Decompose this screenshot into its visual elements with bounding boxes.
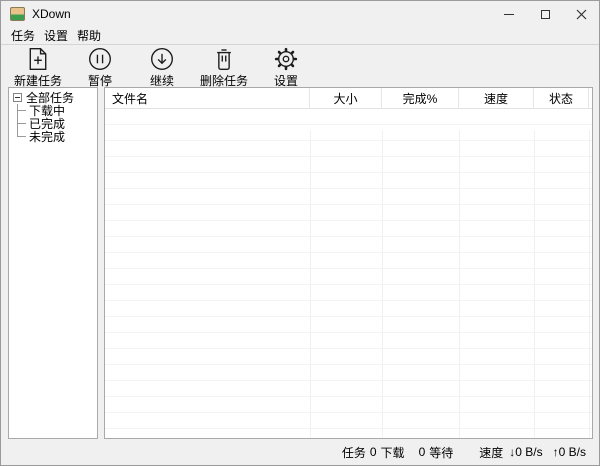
statusbar: 任务 0 下载 0 等待 速度 ↓0 B/s ↑0 B/s <box>1 439 599 465</box>
main-content: 全部任务 下载中 已完成 未完成 文件名 大小 完成% 速度 状态 <box>1 87 600 439</box>
table-header-row: 文件名 大小 完成% 速度 状态 <box>105 88 592 109</box>
window-title: XDown <box>32 7 71 21</box>
window-controls <box>491 1 599 27</box>
menu-item-task[interactable]: 任务 <box>7 27 39 45</box>
app-logo-icon <box>10 7 25 21</box>
column-grid-line <box>589 130 590 438</box>
tree-item-incomplete-label: 未完成 <box>29 128 65 145</box>
task-list-body[interactable] <box>105 109 592 438</box>
pause-button[interactable]: 暂停 <box>75 47 125 89</box>
delete-task-button[interactable]: 删除任务 <box>199 47 249 89</box>
titlebar: XDown <box>1 1 599 27</box>
status-upload-speed: ↑0 B/s <box>553 445 586 459</box>
status-speed-label: 速度 <box>479 444 503 461</box>
status-tasks-label: 任务 <box>342 444 366 461</box>
new-task-button[interactable]: 新建任务 <box>13 47 63 89</box>
minimize-button[interactable] <box>491 1 527 27</box>
column-header-spacer <box>589 88 592 108</box>
column-header-size[interactable]: 大小 <box>310 88 382 108</box>
status-waiting-label: 等待 <box>429 444 453 461</box>
new-task-icon <box>26 47 50 71</box>
column-grid-line <box>310 130 311 438</box>
close-icon <box>576 9 587 20</box>
column-header-status[interactable]: 状态 <box>534 88 589 108</box>
app-window: XDown 任务 设置 帮助 <box>0 0 600 466</box>
settings-icon <box>274 47 298 71</box>
tree-item-incomplete[interactable]: 未完成 <box>9 130 97 143</box>
minimize-icon <box>504 14 514 15</box>
column-grid-line <box>382 130 383 438</box>
column-grid-line <box>534 130 535 438</box>
menubar: 任务 设置 帮助 <box>1 27 599 45</box>
close-button[interactable] <box>563 1 599 27</box>
tree-branch-line <box>17 117 27 130</box>
column-header-filename[interactable]: 文件名 <box>105 88 310 108</box>
menu-item-settings[interactable]: 设置 <box>40 27 72 45</box>
menu-item-help[interactable]: 帮助 <box>73 27 105 45</box>
toolbar: 新建任务 暂停 继续 <box>1 45 599 86</box>
resume-icon <box>150 47 174 71</box>
column-header-speed[interactable]: 速度 <box>459 88 534 108</box>
tree-branch-line <box>17 104 27 117</box>
resume-button[interactable]: 继续 <box>137 47 187 89</box>
tree-collapse-icon[interactable] <box>13 93 22 102</box>
column-header-progress[interactable]: 完成% <box>382 88 459 108</box>
maximize-icon <box>541 10 550 19</box>
settings-button[interactable]: 设置 <box>261 47 311 89</box>
maximize-button[interactable] <box>527 1 563 27</box>
task-tree-panel: 全部任务 下载中 已完成 未完成 <box>8 87 98 439</box>
status-waiting-count: 0 <box>419 445 426 459</box>
column-grid-line <box>459 130 460 438</box>
tree-branch-line <box>17 130 27 143</box>
status-downloading-label: 下载 <box>381 444 405 461</box>
status-tasks-count: 0 <box>370 445 377 459</box>
pause-icon <box>88 47 112 71</box>
delete-task-icon <box>212 47 236 71</box>
status-download-speed: ↓0 B/s <box>509 445 542 459</box>
task-table-panel: 文件名 大小 完成% 速度 状态 <box>104 87 593 439</box>
